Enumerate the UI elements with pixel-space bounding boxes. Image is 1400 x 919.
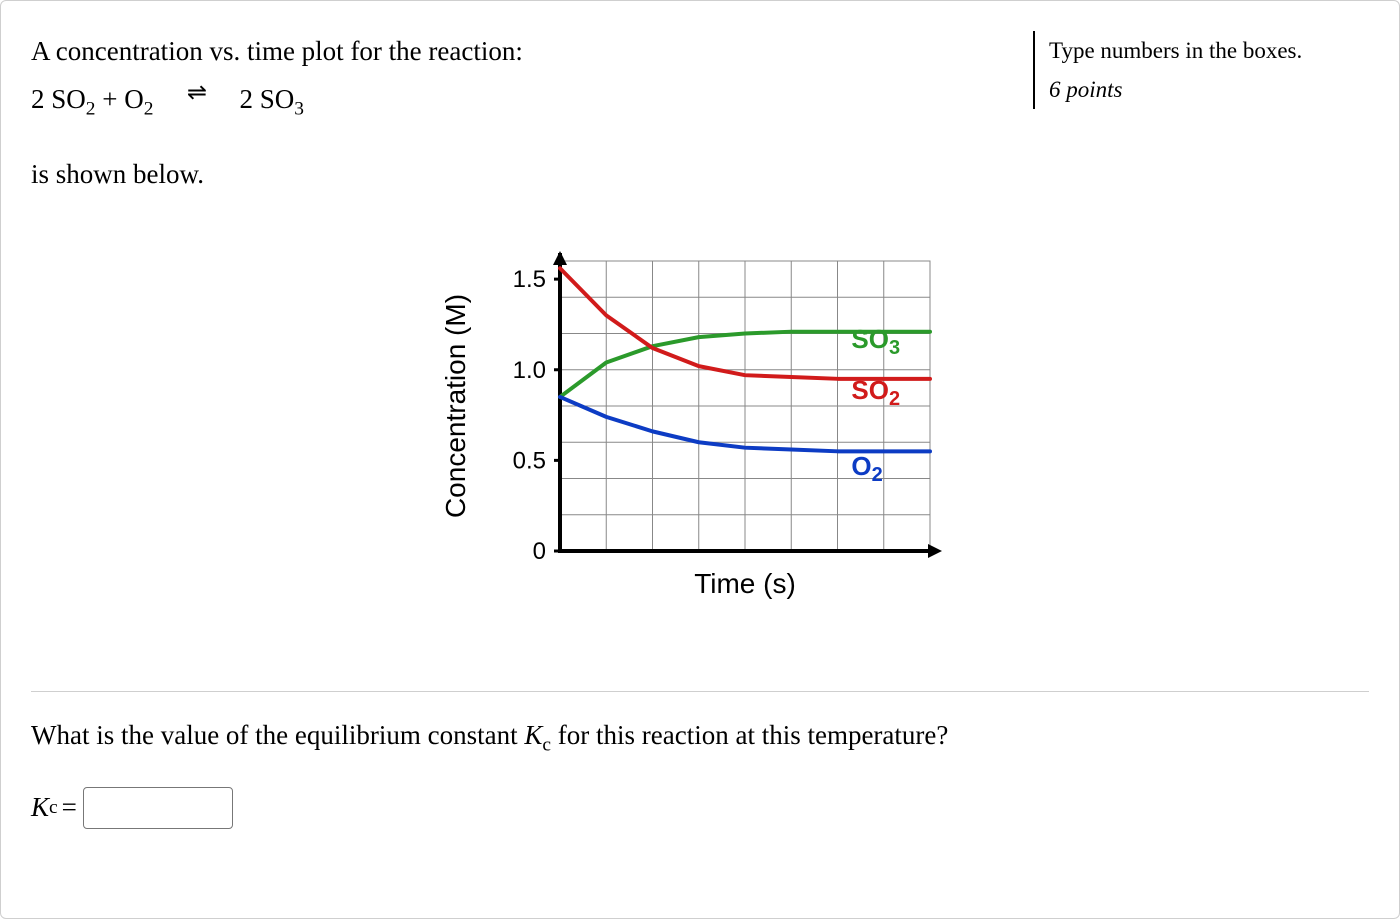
- top-row: A concentration vs. time plot for the re…: [31, 31, 1369, 196]
- prompt-column: A concentration vs. time plot for the re…: [31, 31, 1033, 196]
- concentration-time-chart: 00.51.01.5Time (s)Concentration (M)SO3SO…: [420, 241, 980, 621]
- sidebar: Type numbers in the boxes. 6 points: [1033, 31, 1369, 109]
- prompt-line-below: is shown below.: [31, 154, 1023, 196]
- sidebar-instruction: Type numbers in the boxes.: [1049, 31, 1369, 70]
- svg-text:0.5: 0.5: [513, 448, 546, 475]
- question-card: A concentration vs. time plot for the re…: [0, 0, 1400, 919]
- prompt-line-1: A concentration vs. time plot for the re…: [31, 31, 1023, 73]
- svg-text:1.0: 1.0: [513, 357, 546, 384]
- chart-container: 00.51.01.5Time (s)Concentration (M)SO3SO…: [31, 241, 1369, 621]
- section-divider: [31, 691, 1369, 692]
- kc-label: K: [31, 792, 49, 823]
- svg-text:Time (s): Time (s): [694, 568, 796, 599]
- svg-text:SO3: SO3: [851, 324, 900, 359]
- sidebar-points: 6 points: [1049, 70, 1369, 109]
- question-text: What is the value of the equilibrium con…: [31, 720, 1369, 756]
- kc-input[interactable]: [83, 787, 233, 829]
- svg-text:1.5: 1.5: [513, 266, 546, 293]
- svg-text:Concentration (M): Concentration (M): [440, 294, 471, 518]
- svg-text:0: 0: [533, 538, 546, 565]
- svg-text:O2: O2: [851, 451, 882, 486]
- reaction-equation: 2 SO2 + O2 ⇀↽ 2 SO3: [31, 79, 1023, 125]
- equilibrium-arrows-icon: ⇀↽: [180, 81, 212, 105]
- answer-row: Kc =: [31, 787, 1369, 829]
